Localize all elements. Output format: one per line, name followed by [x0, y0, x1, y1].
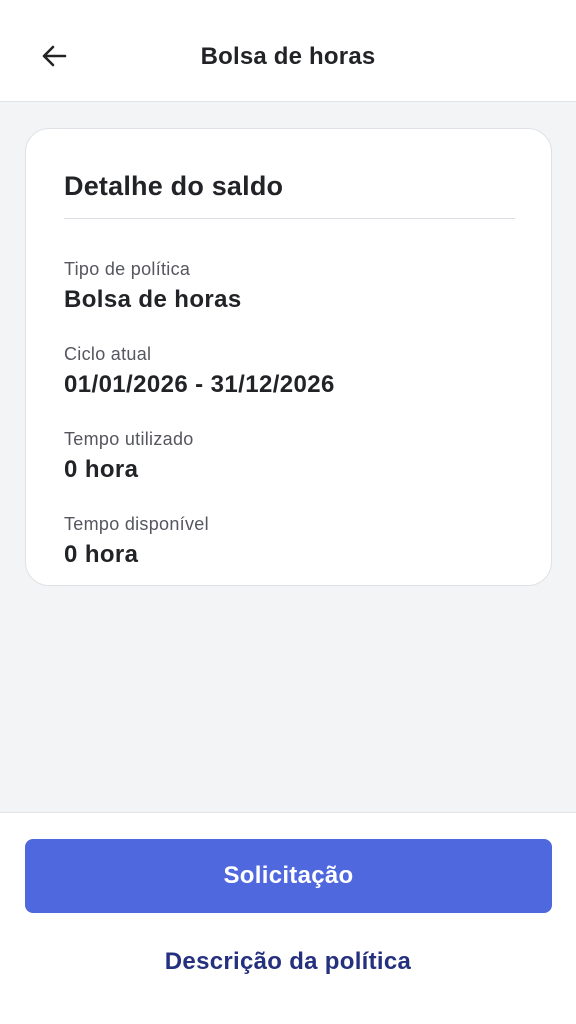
card-title: Detalhe do saldo	[64, 171, 284, 201]
request-button[interactable]: Solicitação	[25, 839, 552, 913]
page-title: Bolsa de horas	[200, 43, 376, 70]
policy-type-value: Bolsa de horas	[64, 286, 242, 313]
top-bar: Bolsa de horas	[0, 0, 576, 102]
time-available-field: Tempo disponível 0 hora	[64, 514, 209, 569]
policy-type-field: Tipo de política Bolsa de horas	[64, 259, 242, 314]
time-used-field: Tempo utilizado 0 hora	[64, 429, 194, 484]
current-cycle-value: 01/01/2026 - 31/12/2026	[64, 371, 335, 398]
time-available-value: 0 hora	[64, 541, 139, 568]
app-screen: Bolsa de horas Detalhe do saldo Tipo de …	[0, 0, 576, 1024]
time-used-label: Tempo utilizado	[64, 429, 194, 449]
balance-detail-card: Detalhe do saldo Tipo de política Bolsa …	[25, 128, 552, 586]
policy-description-link[interactable]: Descrição da política	[0, 948, 576, 976]
current-cycle-label: Ciclo atual	[64, 344, 152, 364]
time-available-label: Tempo disponível	[64, 514, 209, 534]
current-cycle-field: Ciclo atual 01/01/2026 - 31/12/2026	[64, 344, 335, 399]
footer-actions: Solicitação Descrição da política	[0, 812, 576, 1024]
card-divider	[64, 218, 515, 219]
time-used-value: 0 hora	[64, 456, 139, 483]
policy-type-label: Tipo de política	[64, 259, 191, 279]
